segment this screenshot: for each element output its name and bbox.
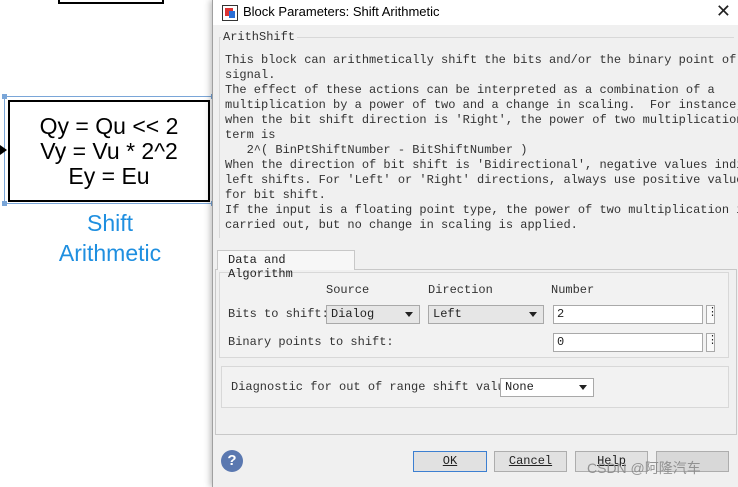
binary-points-options-button[interactable]: ⋮ bbox=[706, 333, 718, 352]
description-group-title: ArithShift bbox=[221, 30, 298, 44]
chevron-down-icon bbox=[579, 385, 587, 390]
block-text-line: Ey = Eu bbox=[68, 162, 150, 189]
block-name-line2: Arithmetic bbox=[58, 240, 162, 266]
block-above-stub[interactable] bbox=[58, 0, 164, 4]
chevron-down-icon bbox=[405, 312, 413, 317]
parameters-box: Source Direction Number Bits to shift: D… bbox=[219, 272, 729, 358]
header-direction: Direction bbox=[428, 283, 493, 297]
binary-points-label: Binary points to shift: bbox=[228, 335, 394, 349]
block-name-label[interactable]: Shift Arithmetic bbox=[30, 208, 190, 268]
cancel-button[interactable]: Cancel bbox=[494, 451, 567, 472]
bits-source-value: Dialog bbox=[331, 307, 375, 321]
binary-points-number-field[interactable]: 0 bbox=[553, 333, 703, 352]
dialog-title: Block Parameters: Shift Arithmetic bbox=[243, 4, 440, 19]
close-icon[interactable]: ✕ bbox=[716, 1, 731, 22]
bits-number-options-button[interactable]: ⋮ bbox=[706, 305, 718, 324]
diagnostic-box: Diagnostic for out of range shift value:… bbox=[221, 366, 729, 408]
bits-direction-dropdown[interactable]: Left bbox=[428, 305, 544, 324]
csdn-watermark: CSDN @阿隆汽车 bbox=[587, 460, 701, 476]
block-description-text: This block can arithmetically shift the … bbox=[225, 53, 738, 232]
cancel-button-label: Cancel bbox=[508, 454, 553, 468]
tab-panel: Source Direction Number Bits to shift: D… bbox=[215, 269, 737, 435]
header-number: Number bbox=[551, 283, 595, 297]
input-port-arrow bbox=[0, 145, 7, 155]
diagnostic-label: Diagnostic for out of range shift value: bbox=[231, 380, 520, 394]
ok-button[interactable]: OK bbox=[413, 451, 487, 472]
simulink-app-icon bbox=[222, 5, 238, 21]
block-text-line: Qy = Qu << 2 bbox=[39, 112, 179, 139]
shift-arithmetic-block[interactable]: Qy = Qu << 2 Vy = Vu * 2^2 Ey = Eu bbox=[8, 100, 210, 202]
bits-to-shift-label: Bits to shift: bbox=[228, 307, 329, 321]
diagnostic-value: None bbox=[505, 380, 534, 394]
ok-button-label: OK bbox=[442, 454, 458, 468]
chevron-down-icon bbox=[529, 312, 537, 317]
header-source: Source bbox=[326, 283, 370, 297]
diagnostic-dropdown[interactable]: None bbox=[500, 378, 594, 397]
tab-data-and-algorithm[interactable]: Data and Algorithm bbox=[217, 250, 355, 281]
block-name-line1: Shift bbox=[86, 210, 134, 236]
bits-number-field[interactable]: 2 bbox=[553, 305, 703, 324]
dialog-titlebar[interactable]: Block Parameters: Shift Arithmetic ✕ bbox=[213, 0, 738, 25]
bits-source-dropdown[interactable]: Dialog bbox=[326, 305, 420, 324]
block-text-line: Vy = Vu * 2^2 bbox=[40, 137, 178, 164]
bits-direction-value: Left bbox=[433, 307, 462, 321]
help-question-icon[interactable]: ? bbox=[221, 450, 243, 472]
block-parameters-dialog: Block Parameters: Shift Arithmetic ✕ Ari… bbox=[212, 0, 738, 487]
